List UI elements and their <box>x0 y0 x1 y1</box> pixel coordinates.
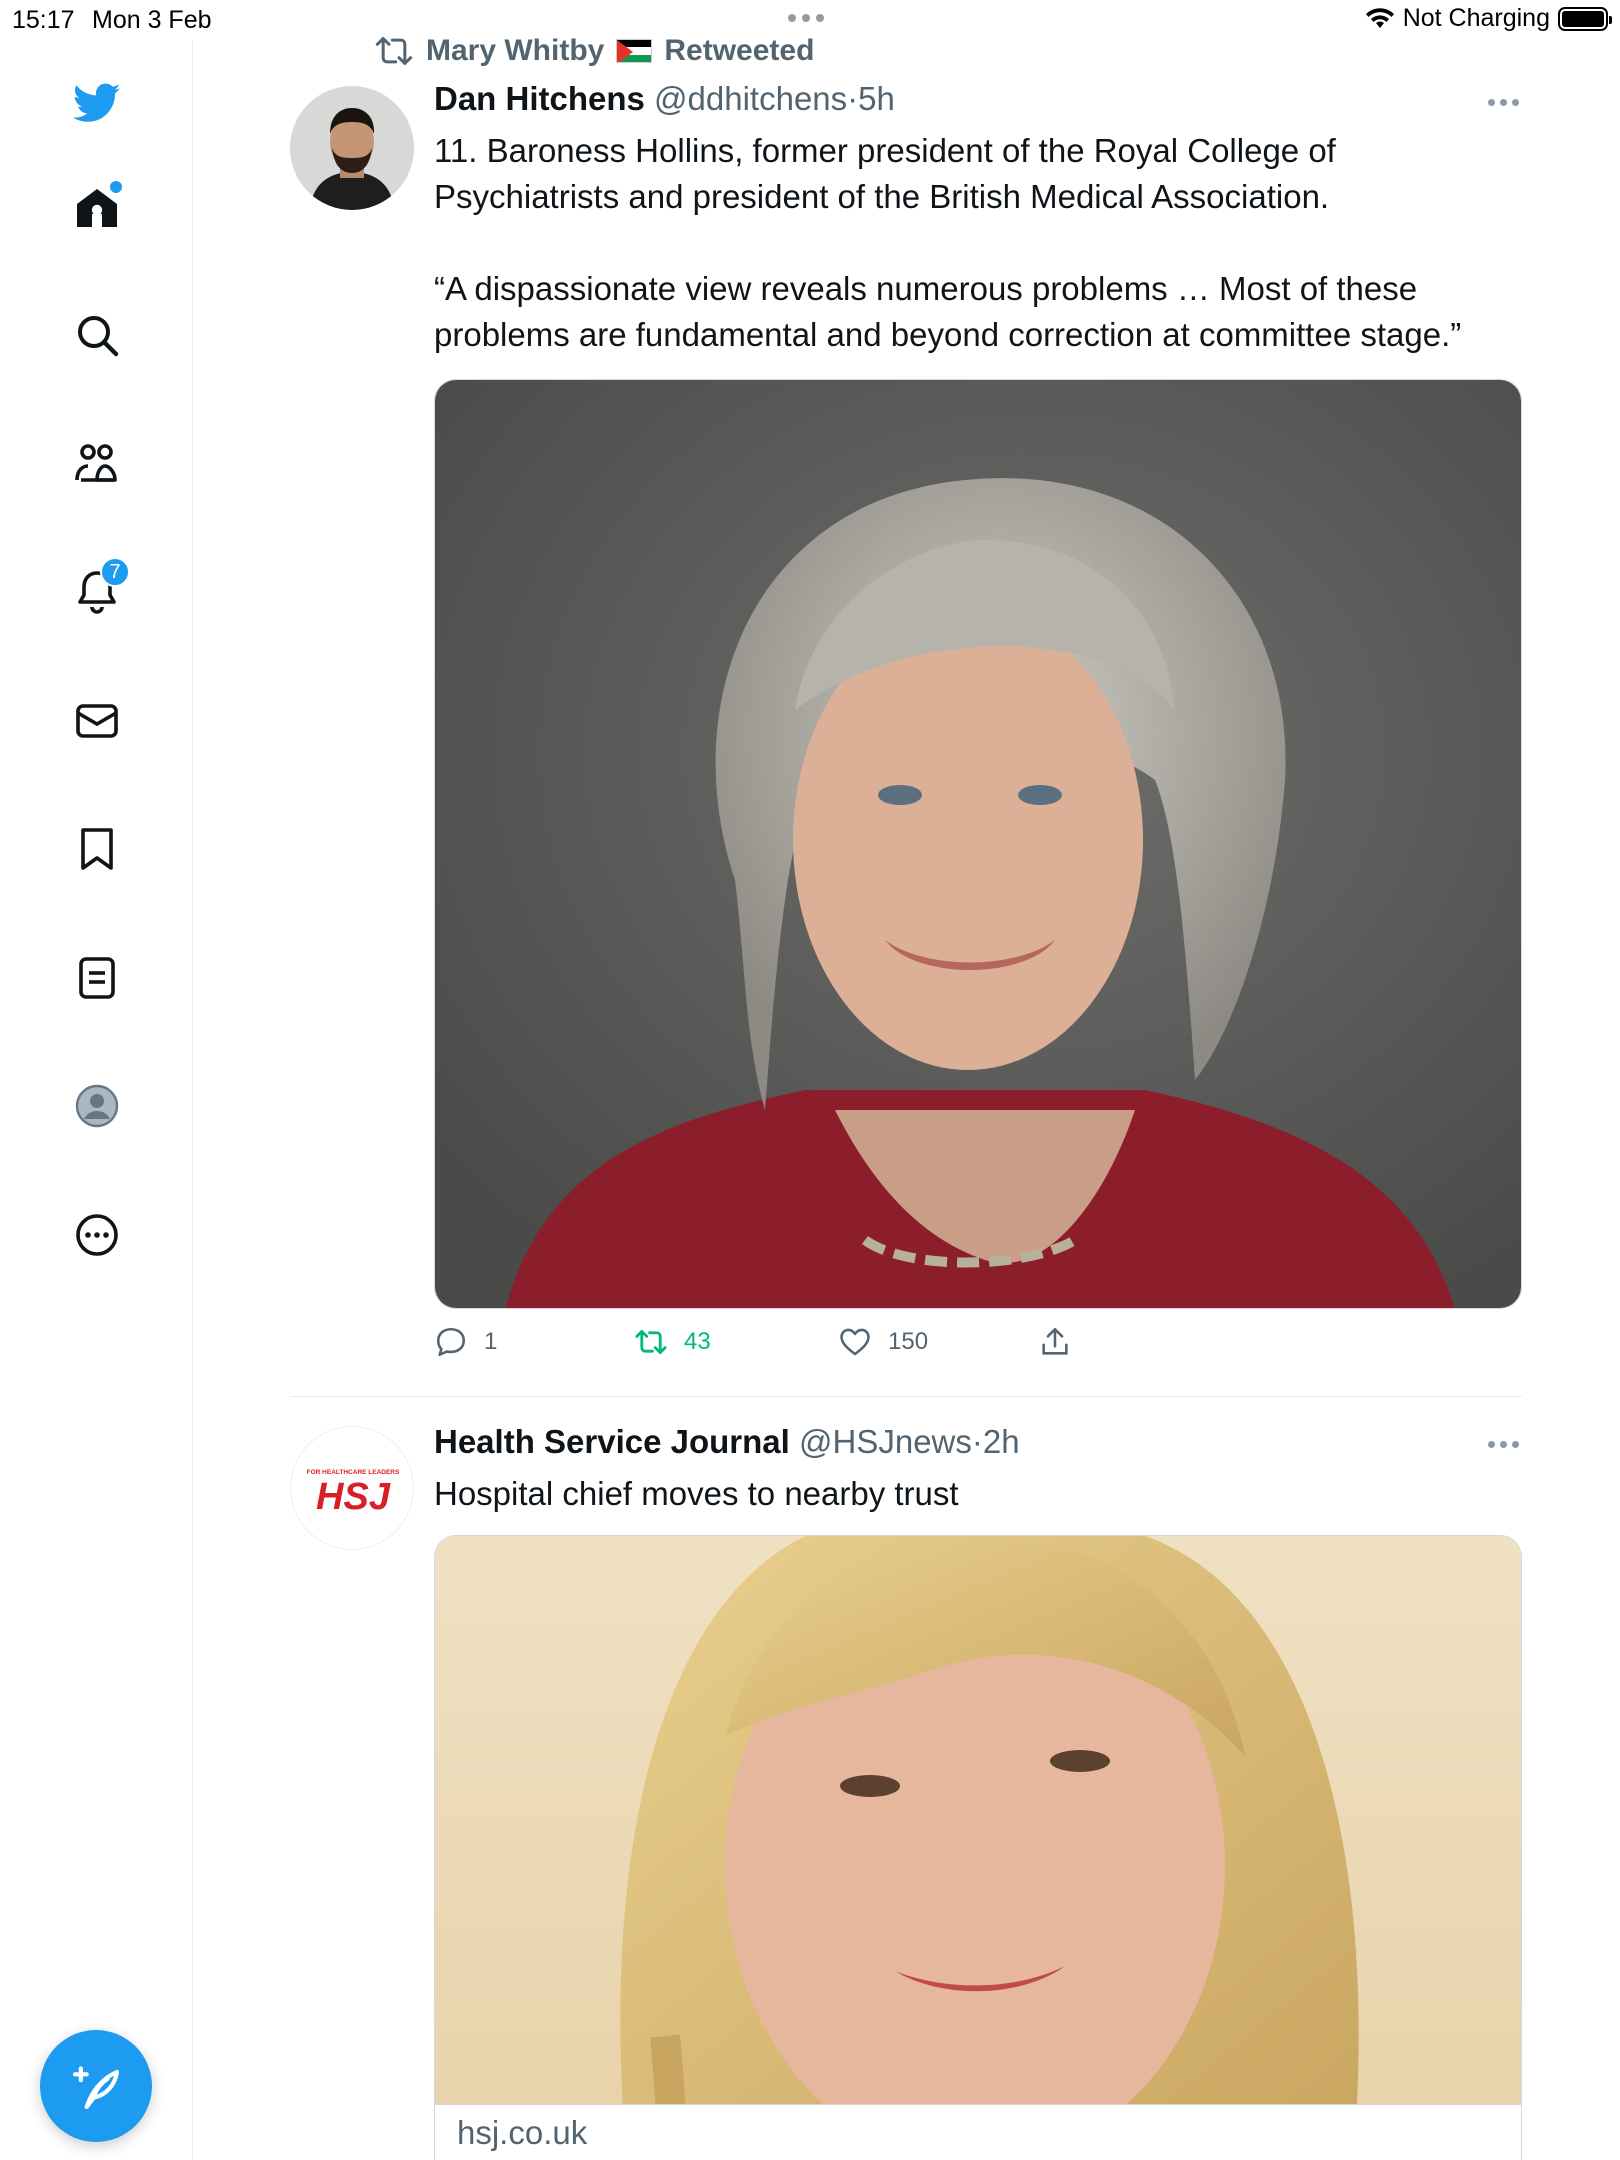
retweet-icon <box>375 37 413 65</box>
retweet-context[interactable]: Mary Whitby Retweeted <box>374 34 814 68</box>
tweet-more-options-icon[interactable] <box>1488 99 1519 106</box>
meta-separator: · <box>971 1423 983 1460</box>
like-count: 150 <box>888 1328 929 1355</box>
tweet-divider <box>290 1396 1522 1397</box>
author-handle[interactable]: @ddhitchens <box>654 80 847 117</box>
tweet-media-image[interactable] <box>434 379 1522 1309</box>
status-time: 15:17 <box>12 6 75 34</box>
share-button[interactable] <box>1038 1325 1072 1359</box>
tweet-header: Health Service Journal @HSJnews·2h <box>434 1423 1020 1461</box>
messages-icon[interactable] <box>62 686 132 756</box>
communities-icon[interactable] <box>62 429 132 499</box>
link-card-image[interactable] <box>434 1535 1522 2135</box>
author-handle[interactable]: @HSJnews <box>799 1423 972 1460</box>
retweet-count: 43 <box>684 1328 711 1355</box>
tweet-header: Dan Hitchens @ddhitchens·5h <box>434 80 895 118</box>
hsj-logo-tagline: FOR HEALTHCARE LEADERS <box>307 1469 400 1476</box>
reply-button[interactable]: 1 <box>434 1325 497 1359</box>
link-card-domain-text: hsj.co.uk <box>457 2113 588 2151</box>
notification-badge: 7 <box>100 557 130 587</box>
multitasking-dots-icon[interactable] <box>788 14 824 22</box>
like-button[interactable]: 150 <box>838 1325 928 1359</box>
wifi-icon <box>1365 7 1394 28</box>
charging-status: Not Charging <box>1402 4 1550 32</box>
link-card-domain[interactable]: hsj.co.uk <box>434 2104 1522 2160</box>
battery-icon <box>1558 6 1612 31</box>
meta-separator: · <box>847 80 859 117</box>
sidebar: 7 <box>0 40 193 2160</box>
lists-icon[interactable] <box>62 943 132 1013</box>
retweeter-name[interactable]: Mary Whitby <box>426 34 604 68</box>
profile-icon[interactable] <box>62 1071 132 1141</box>
notifications-icon[interactable]: 7 <box>62 557 132 627</box>
tweet-more-options-icon[interactable] <box>1488 1441 1519 1448</box>
retweet-icon <box>635 1329 667 1355</box>
author-name[interactable]: Dan Hitchens <box>434 80 645 117</box>
bookmarks-icon[interactable] <box>62 814 132 884</box>
author-name[interactable]: Health Service Journal <box>434 1423 790 1460</box>
reply-icon <box>436 1327 466 1357</box>
home-icon[interactable] <box>62 173 132 243</box>
retweeted-label: Retweeted <box>664 34 815 67</box>
status-date: Mon 3 Feb <box>92 6 212 34</box>
home-new-dot <box>110 181 122 193</box>
compose-tweet-button[interactable] <box>40 2030 152 2142</box>
tweet-text: Hospital chief moves to nearby trust <box>434 1475 959 1512</box>
search-icon[interactable] <box>62 300 132 370</box>
tweet-time[interactable]: 2h <box>983 1423 1020 1460</box>
twitter-logo-icon[interactable] <box>62 68 132 138</box>
tweet-time[interactable]: 5h <box>858 80 895 117</box>
more-icon[interactable] <box>62 1200 132 1270</box>
palestine-flag-icon <box>616 39 653 63</box>
hsj-logo-text: HSJ <box>316 1476 391 1518</box>
share-icon <box>1042 1327 1068 1355</box>
retweet-button[interactable]: 43 <box>634 1325 711 1359</box>
tweet-actions: 1 43 150 <box>434 1325 1134 1371</box>
heart-icon <box>840 1328 870 1356</box>
compose-tweet-icon <box>72 2066 120 2110</box>
hsj-avatar[interactable]: FOR HEALTHCARE LEADERS HSJ <box>290 1426 414 1550</box>
reply-count: 1 <box>484 1328 498 1355</box>
status-right: Not Charging <box>1365 4 1612 33</box>
avatar[interactable] <box>290 86 414 210</box>
tweet-text: 11. Baroness Hollins, former president o… <box>434 132 1462 353</box>
